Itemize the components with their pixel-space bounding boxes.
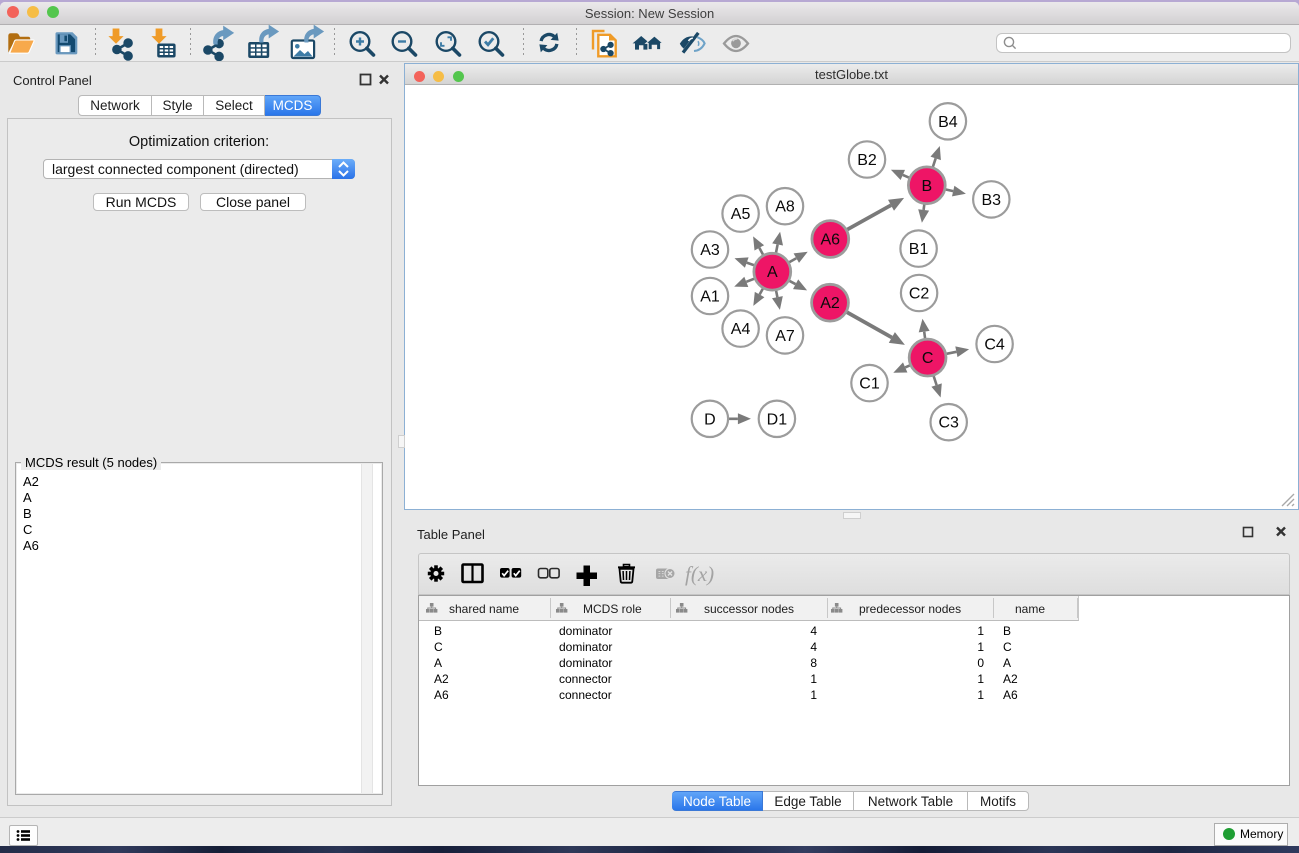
svg-text:A4: A4 [731, 321, 751, 338]
svg-text:B2: B2 [857, 152, 877, 169]
svg-text:B: B [921, 178, 932, 195]
svg-text:B3: B3 [982, 192, 1002, 209]
svg-text:C2: C2 [909, 286, 930, 303]
svg-text:A2: A2 [820, 295, 840, 312]
svg-text:C: C [922, 350, 934, 367]
svg-text:A6: A6 [821, 232, 841, 249]
svg-text:C3: C3 [938, 415, 959, 432]
svg-text:A5: A5 [731, 206, 751, 223]
svg-text:A1: A1 [700, 289, 720, 306]
svg-text:A7: A7 [775, 328, 795, 345]
svg-text:A3: A3 [700, 242, 720, 259]
svg-text:C1: C1 [859, 376, 880, 393]
svg-text:B1: B1 [909, 241, 929, 258]
svg-text:C4: C4 [984, 337, 1005, 354]
svg-text:A: A [767, 264, 778, 281]
svg-text:D: D [704, 411, 716, 428]
svg-text:D1: D1 [767, 411, 788, 428]
svg-text:A8: A8 [775, 199, 795, 216]
svg-text:B4: B4 [938, 114, 958, 131]
